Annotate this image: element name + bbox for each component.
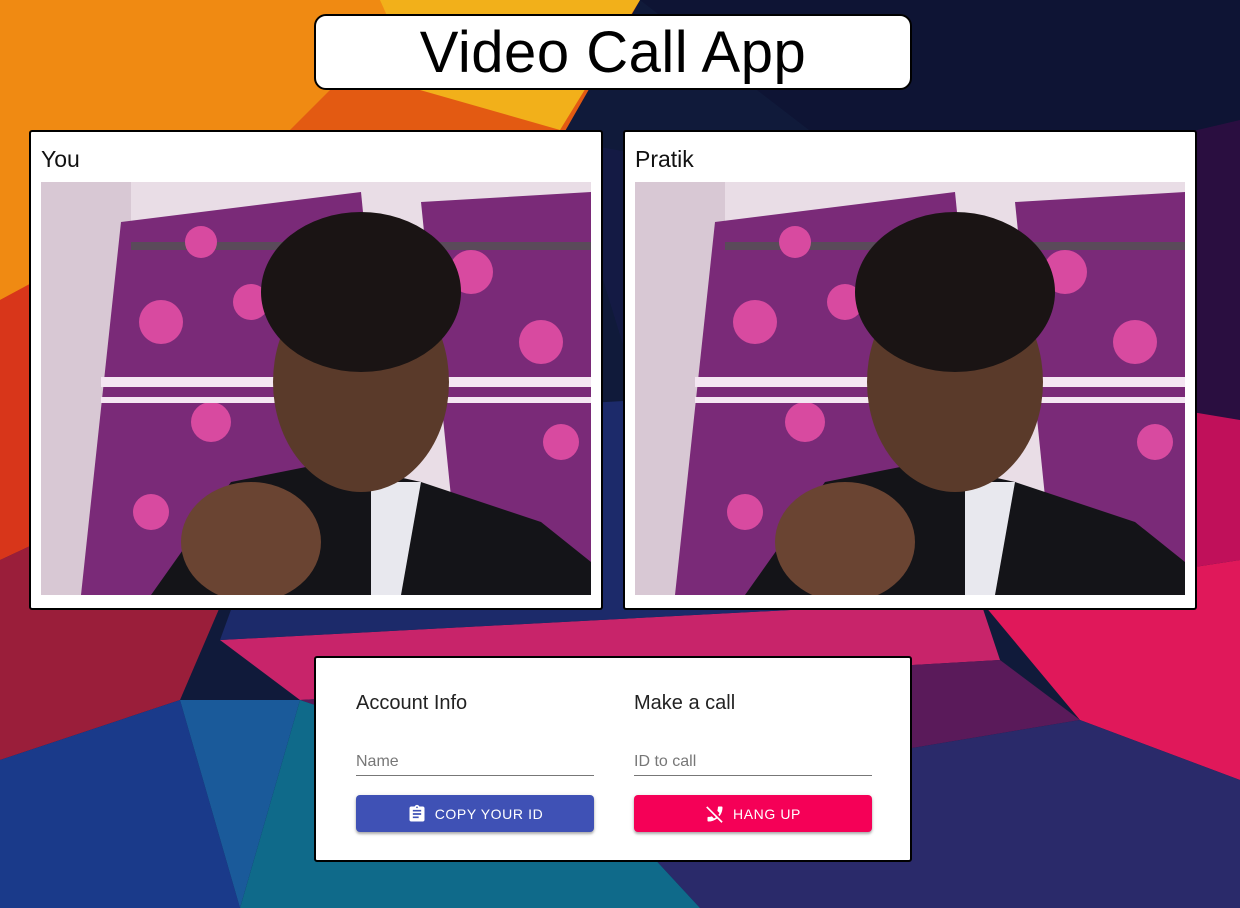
phone-disabled-icon xyxy=(705,804,725,824)
make-call-heading: Make a call xyxy=(634,692,736,714)
app-title: Video Call App xyxy=(419,19,807,85)
clipboard-icon xyxy=(407,804,427,824)
hang-up-label: HANG UP xyxy=(733,805,801,822)
controls-card: Account Info COPY YOUR ID Make a call HA… xyxy=(314,656,912,862)
hang-up-button[interactable]: HANG UP xyxy=(634,795,872,832)
local-video-panel: You xyxy=(29,130,603,610)
local-video-feed xyxy=(41,182,591,595)
app-title-bar: Video Call App xyxy=(314,14,912,90)
account-info-heading: Account Info xyxy=(356,692,468,714)
local-video-label: You xyxy=(41,146,80,172)
name-input[interactable] xyxy=(356,748,594,776)
copy-id-button[interactable]: COPY YOUR ID xyxy=(356,795,594,832)
id-to-call-input[interactable] xyxy=(634,748,872,776)
remote-video-feed xyxy=(635,182,1185,595)
remote-video-label: Pratik xyxy=(635,146,694,172)
copy-id-label: COPY YOUR ID xyxy=(434,805,544,822)
remote-video-panel: Pratik xyxy=(623,130,1197,610)
